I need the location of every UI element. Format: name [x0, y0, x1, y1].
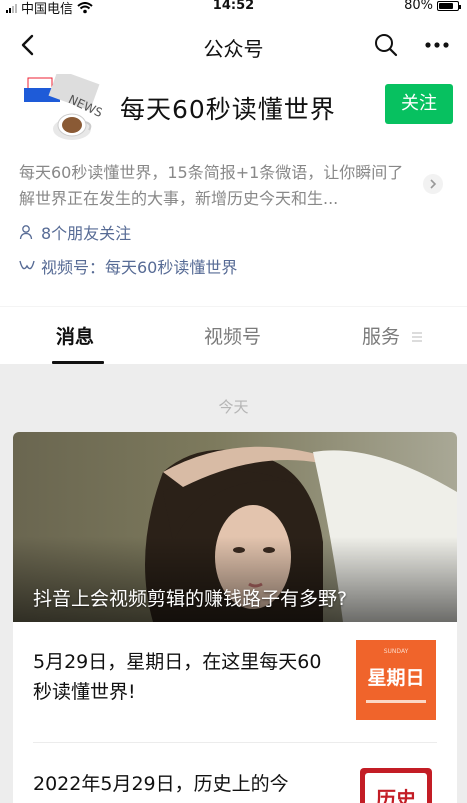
battery-icon [437, 0, 461, 11]
account-name: 每天60秒读懂世界 [120, 95, 336, 124]
date-label: 今天 [218, 398, 249, 416]
article-title: 5月29日，星期日，在这里每天60秒读懂世界! [33, 651, 322, 703]
channels-link[interactable]: 视频号：每天60秒读懂世界 [19, 254, 237, 278]
more-button[interactable] [420, 31, 454, 59]
chevron-right-icon [430, 179, 437, 189]
tab-services[interactable]: 服务 [362, 322, 400, 349]
channels-icon [19, 260, 35, 270]
avatar[interactable]: NEWS [22, 74, 102, 144]
person-icon [19, 225, 33, 240]
tab-bar: 消息 视频号 服务 [0, 306, 467, 364]
search-icon [375, 34, 398, 57]
thumb-title: 星期日 [367, 667, 424, 689]
article-thumbnail: 历史 [356, 764, 436, 803]
tab-channels[interactable]: 视频号 [204, 322, 261, 349]
menu-icon [412, 332, 422, 342]
friends-following[interactable]: 8个朋友关注 [19, 220, 131, 244]
article-item[interactable]: 5月29日，星期日，在这里每天60秒读懂世界! SUNDAY 星期日 [13, 622, 457, 742]
nav-bar: 公众号 [0, 16, 467, 74]
article-thumbnail: SUNDAY 星期日 [356, 640, 436, 720]
expand-description-button[interactable] [423, 174, 443, 194]
article-title: 2022年5月29日，历史上的今 [33, 773, 289, 795]
cover-title[interactable]: 抖音上会视频剪辑的赚钱路子有多野? [33, 584, 347, 611]
channels-text: 视频号：每天60秒读懂世界 [41, 258, 238, 277]
battery-percent: 80% [404, 0, 433, 13]
status-right: 80% [404, 0, 461, 13]
article-card: 抖音上会视频剪辑的赚钱路子有多野? 5月29日，星期日，在这里每天60秒读懂世界… [13, 432, 457, 803]
status-time: 14:52 [212, 0, 255, 13]
tab-messages[interactable]: 消息 [56, 322, 94, 349]
thumb-title: 历史 [376, 787, 417, 803]
thumb-subtitle: SUNDAY [384, 648, 409, 655]
battery-fill [439, 2, 454, 9]
search-button[interactable] [372, 31, 400, 59]
active-tab-indicator [52, 361, 104, 364]
status-bar: 中国电信 14:52 80% [0, 0, 467, 17]
article-item[interactable]: 2022年5月29日，历史上的今 历史 [13, 743, 457, 803]
account-profile: NEWS 每天60秒读懂世界 关注 每天60秒读懂世界，15条简报+1条微语，让… [0, 74, 467, 306]
follow-button[interactable]: 关注 [385, 84, 453, 124]
account-description[interactable]: 每天60秒读懂世界，15条简报+1条微语，让你瞬间了解世界正在发生的大事，新增历… [19, 160, 419, 212]
friends-text: 8个朋友关注 [41, 224, 132, 243]
more-icon [425, 42, 449, 48]
